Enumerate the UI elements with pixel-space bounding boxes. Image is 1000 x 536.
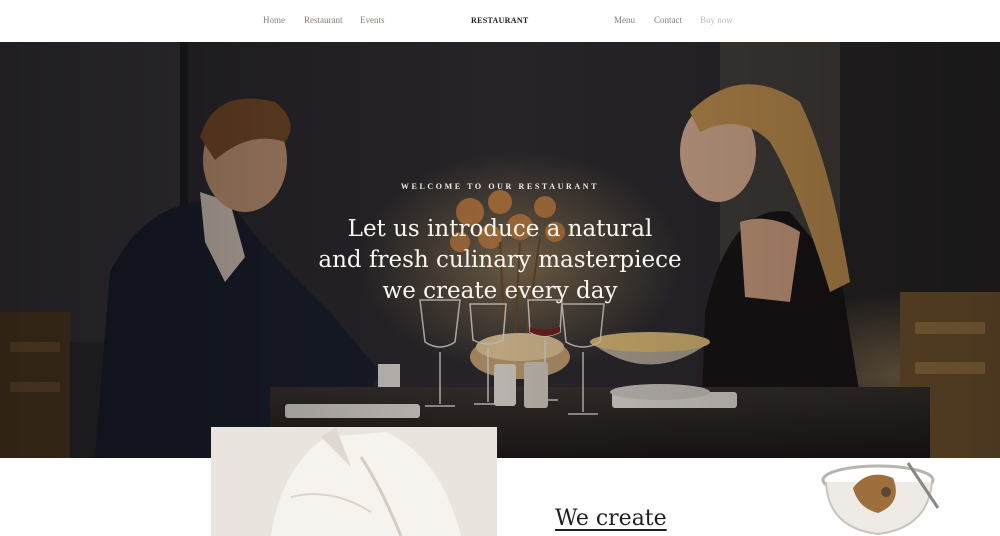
nav-link-restaurant[interactable]: Restaurant <box>304 15 343 25</box>
hero-kicker: WELCOME TO OUR RESTAURANT <box>400 182 600 191</box>
jar-image <box>808 458 958 536</box>
nav-link-menu[interactable]: Menu <box>614 15 635 25</box>
jar-photo <box>808 458 958 536</box>
nav-link-events[interactable]: Events <box>360 15 385 25</box>
chef-jacket-image <box>211 427 497 536</box>
hero-title-line: Let us introduce a natural <box>347 216 653 242</box>
section-title: We create <box>555 506 667 531</box>
chef-photo <box>211 427 497 536</box>
nav-link-home[interactable]: Home <box>263 15 285 25</box>
hero-banner: WELCOME TO OUR RESTAURANT Let us introdu… <box>0 42 1000 458</box>
nav-link-buy-now[interactable]: Buy now <box>700 15 733 25</box>
page-scrollbar[interactable] <box>996 42 1000 112</box>
top-navigation: Home Restaurant Events RESTAURANT Menu C… <box>0 0 1000 43</box>
nav-link-contact[interactable]: Contact <box>654 15 682 25</box>
hero-title-line: we create every day <box>382 278 618 304</box>
hero-title: Let us introduce a natural and fresh cul… <box>0 214 1000 307</box>
hero-title-line: and fresh culinary masterpiece <box>318 247 682 273</box>
site-logo[interactable]: RESTAURANT <box>471 16 529 25</box>
